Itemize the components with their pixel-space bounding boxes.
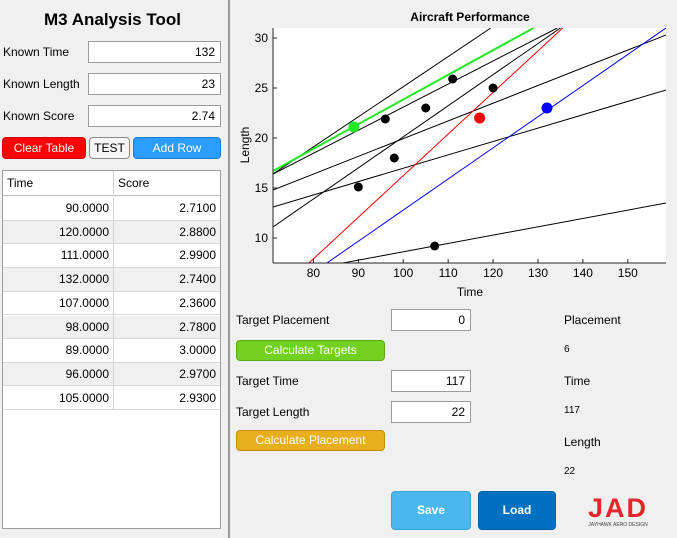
red-point [474,112,486,124]
load-button[interactable]: Load [478,491,556,530]
table-cell-score[interactable]: 2.7800 [113,316,220,339]
x-tick-label: 130 [528,266,548,280]
placement-result-value: 6 [564,344,570,355]
app-title: M3 Analysis Tool [44,10,181,29]
target-length-field[interactable]: 22 [391,401,471,423]
y-tick-label: 15 [255,181,269,195]
table-row[interactable]: 107.0000 2.3600 [3,292,220,316]
x-axis-label: Time [457,285,484,299]
blue-point [541,102,553,114]
placement-result-label: Placement [564,313,621,327]
add-row-button[interactable]: Add Row [133,137,221,159]
table-cell-score[interactable]: 2.7100 [113,197,220,220]
table-row[interactable]: 96.0000 2.9700 [3,362,220,387]
y-axis-label: Length [238,127,252,164]
table-row[interactable]: 89.0000 3.0000 [3,339,220,363]
data-point [488,83,498,93]
known-length-field[interactable]: 23 [88,73,221,95]
length-result-label: Length [564,435,601,449]
known-time-field[interactable]: 132 [88,41,221,63]
y-tick-label: 20 [255,131,269,145]
x-tick-label: 110 [439,266,458,280]
y-tick-label: 30 [255,31,269,45]
jad-logo: JAD JAYHAWK AERO DESIGN [578,492,658,528]
data-point [430,241,440,251]
data-point [380,114,390,124]
time-result-value: 117 [564,405,580,416]
table-cell-time[interactable]: 105.0000 [3,387,113,410]
known-score-label: Known Score [3,109,75,123]
table-cell-score[interactable]: 2.9300 [113,387,220,410]
column-separator [113,197,114,410]
x-tick-label: 120 [483,266,503,280]
green-point [348,121,360,133]
table-row[interactable]: 90.0000 2.7100 [3,197,220,221]
table-row[interactable]: 132.0000 2.7400 [3,268,220,292]
table-cell-score[interactable]: 2.9900 [113,244,220,267]
y-tick-label: 25 [255,81,269,95]
save-button[interactable]: Save [391,491,471,530]
x-tick-label: 90 [352,266,366,280]
clear-table-button[interactable]: Clear Table [2,137,86,159]
table-cell-score[interactable]: 3.0000 [113,339,220,362]
known-score-field[interactable]: 2.74 [88,105,221,127]
x-tick-label: 80 [307,266,321,280]
column-header-time[interactable]: Time [3,171,113,196]
data-point [353,182,363,192]
data-point [421,103,431,113]
table-cell-time[interactable]: 98.0000 [3,316,113,339]
table-row[interactable]: 105.0000 2.9300 [3,387,220,411]
logo-text: JAD [588,493,648,523]
x-tick-label: 100 [393,266,413,280]
x-tick-label: 140 [573,266,593,280]
table-body: 90.0000 2.7100 120.0000 2.8800 111.0000 2.990… [3,197,220,411]
x-tick-label: 150 [618,266,638,280]
table-cell-time[interactable]: 89.0000 [3,339,113,362]
target-time-label: Target Time [236,374,299,388]
table-cell-time[interactable]: 107.0000 [3,292,113,315]
time-result-label: Time [564,374,591,388]
target-placement-field[interactable]: 0 [391,309,471,331]
known-length-label: Known Length [3,77,80,91]
y-tick-label: 10 [255,231,269,245]
table-cell-score[interactable]: 2.7400 [113,268,220,291]
table-cell-score[interactable]: 2.8800 [113,221,220,244]
length-result-value: 22 [564,466,576,477]
test-button[interactable]: TEST [89,137,130,159]
chart-title: Aircraft Performance [410,10,530,24]
calculate-targets-button[interactable]: Calculate Targets [236,340,385,361]
target-placement-label: Target Placement [236,313,330,327]
table-cell-score[interactable]: 2.3600 [113,292,220,315]
data-point [448,74,458,84]
table-cell-time[interactable]: 111.0000 [3,244,113,267]
jad-logo-graphic: JAD JAYHAWK AERO DESIGN [588,493,648,528]
table-row[interactable]: 98.0000 2.7800 [3,315,220,340]
data-table[interactable]: Time Score 90.0000 2.7100 120.0000 2.8800 11… [2,170,221,529]
table-row[interactable]: 120.0000 2.8800 [3,220,220,245]
table-cell-time[interactable]: 96.0000 [3,363,113,386]
aircraft-performance-chart: Aircraft Performance 80 90 100 110 120 130 140… [238,10,666,299]
table-cell-time[interactable]: 90.0000 [3,197,113,220]
table-cell-time[interactable]: 120.0000 [3,221,113,244]
calculate-placement-button[interactable]: Calculate Placement [236,430,385,451]
table-row[interactable]: 111.0000 2.9900 [3,244,220,268]
table-cell-time[interactable]: 132.0000 [3,268,113,291]
target-time-field[interactable]: 117 [391,370,471,392]
column-header-score[interactable]: Score [113,171,220,196]
target-length-label: Target Length [236,405,310,419]
known-time-label: Known Time [3,45,70,59]
data-point [389,153,399,163]
logo-subtitle: JAYHAWK AERO DESIGN [588,522,648,528]
table-cell-score[interactable]: 2.9700 [113,363,220,386]
